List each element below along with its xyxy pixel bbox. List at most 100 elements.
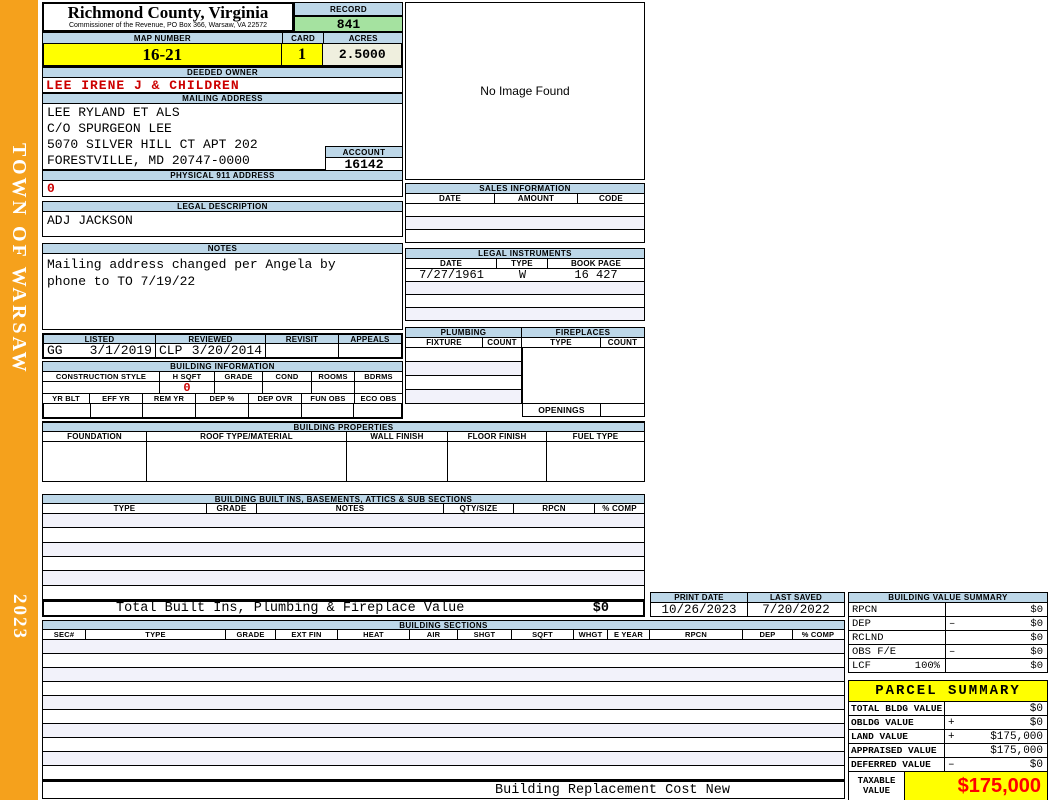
print-date-label: PRINT DATE — [651, 593, 748, 602]
parcel-label: APPRAISED VALUE — [849, 744, 945, 757]
empty-row — [43, 557, 644, 572]
rooms-label: ROOMS — [312, 372, 355, 381]
empty-row — [406, 217, 644, 230]
dep-ovr-value — [249, 404, 302, 417]
rem-yr-value — [143, 404, 197, 417]
listed-date: 3/1/2019 — [89, 344, 152, 357]
building-info-header2: YR BLT EFF YR REM YR DEP % DEP OVR FUN O… — [42, 394, 403, 404]
roof-type-material-value — [147, 442, 347, 481]
plumbing-fireplaces-rows — [405, 348, 645, 404]
empty-row — [43, 571, 644, 586]
map-value-row: 16-21 1 2.5000 — [42, 44, 403, 67]
taxable-label-line2: VALUE — [862, 786, 890, 796]
eff-yr-value — [91, 404, 144, 417]
empty-row — [43, 514, 644, 529]
empty-row — [406, 230, 644, 242]
revisit-value — [266, 344, 339, 357]
foundation-value — [43, 442, 147, 481]
print-saved-headers: PRINT DATE LAST SAVED — [650, 592, 845, 603]
parcel-label: DEFERRED VALUE — [849, 758, 945, 771]
empty-row — [406, 204, 644, 217]
ext-fin-label: EXT FIN — [276, 630, 338, 639]
shgt-label: SHGT — [458, 630, 512, 639]
plumbing-title: PLUMBING — [405, 327, 522, 338]
plumbing-fireplaces-headers: FIXTURE COUNT TYPE COUNT — [405, 338, 645, 348]
last-saved-label: LAST SAVED — [748, 593, 844, 602]
sales-code-label: CODE — [599, 194, 623, 203]
building-properties-values — [42, 442, 645, 482]
instrument-date-label: DATE — [406, 259, 497, 268]
floor-finish-value — [448, 442, 547, 481]
property-record-card: TOWN OF WARSAW 2023 Richmond County, Vir… — [0, 0, 1050, 800]
year-label: 2023 — [9, 594, 30, 640]
deeded-owner-label: DEEDED OWNER — [42, 67, 403, 78]
parcel-label: TOTAL BLDG VALUE — [849, 702, 945, 715]
parcel-value: $175,000 — [990, 730, 1043, 743]
parcel-value: $0 — [1029, 758, 1043, 771]
parcel-row: DEFERRED VALUE – $0 — [849, 758, 1047, 772]
taxable-label-line1: TAXABLE — [857, 776, 896, 786]
listed-value: GG 3/1/2019 — [44, 344, 156, 357]
empty-row — [43, 710, 844, 724]
bdrms-label: BDRMS — [364, 372, 393, 381]
empty-row — [43, 528, 644, 543]
empty-row — [43, 738, 844, 752]
county-title: Richmond County, Virginia — [67, 3, 269, 22]
sales-date-label: DATE — [406, 194, 495, 203]
builtins-type-label: TYPE — [43, 504, 207, 513]
dep-ovr-label: DEP OVR — [249, 394, 302, 403]
listed-initials: GG — [47, 344, 63, 357]
bvs-value: $0 — [1030, 659, 1043, 672]
air-label: AIR — [410, 630, 458, 639]
rooms-value — [312, 382, 355, 393]
empty-row — [43, 542, 644, 557]
physical-911-value: 0 — [42, 181, 403, 197]
record-value: 841 — [294, 16, 403, 32]
foundation-label: FOUNDATION — [43, 432, 147, 441]
bvs-label: DEP — [849, 617, 946, 630]
instruments-header-row: DATE TYPE BOOK PAGE — [405, 259, 645, 269]
empty-row — [406, 362, 523, 376]
bvs-label: LCF — [852, 659, 871, 672]
building-info-values1: 0 — [42, 382, 403, 394]
taxable-value-amount: $175,000 — [905, 772, 1047, 800]
fireplace-count-label: COUNT — [607, 338, 638, 347]
mailing-line: LEE RYLAND ET ALS — [47, 105, 180, 120]
review-header-row: LISTED REVIEWED REVISIT APPEALS — [42, 333, 403, 344]
sales-amount-label: AMOUNT — [495, 194, 578, 203]
empty-row — [43, 586, 644, 599]
building-value-summary-table: RPCN $0 DEP – $0 RCLND $0 OBS F/E – $0 LCF… — [848, 603, 1048, 673]
parcel-label: LAND VALUE — [849, 730, 945, 743]
notes-label: NOTES — [42, 243, 403, 254]
roof-type-material-label: ROOF TYPE/MATERIAL — [147, 432, 347, 441]
fireplaces-title: FIREPLACES — [522, 327, 645, 338]
heat-label: HEAT — [338, 630, 410, 639]
building-properties-headers: FOUNDATION ROOF TYPE/MATERIAL WALL FINIS… — [42, 432, 645, 442]
parcel-value: $175,000 — [990, 744, 1043, 757]
section-dep-label: DEP — [743, 630, 793, 639]
notes-line: phone to TO 7/19/22 — [47, 274, 196, 289]
taxable-value-row: TAXABLE VALUE $175,000 — [849, 772, 1047, 800]
replacement-cost-label: Building Replacement Cost New — [495, 782, 730, 798]
parcel-summary: PARCEL SUMMARY TOTAL BLDG VALUE $0 OBLDG… — [848, 680, 1048, 800]
card-label: CARD — [282, 33, 325, 43]
builtins-comp-label: % COMP — [602, 504, 637, 513]
empty-row — [43, 766, 844, 779]
town-of-warsaw-label: TOWN OF WARSAW — [8, 143, 30, 375]
bvs-sign: – — [949, 617, 956, 630]
no-image-found-text: No Image Found — [480, 84, 570, 98]
dep-pct-label: DEP % — [196, 394, 249, 403]
map-header-row: MAP NUMBER CARD ACRES — [42, 32, 403, 44]
grade-value — [215, 382, 263, 393]
wall-finish-value — [347, 442, 448, 481]
fuel-type-value — [547, 442, 644, 481]
bdrms-value — [355, 382, 402, 393]
builtins-qty-size-label: QTY/SIZE — [444, 504, 514, 513]
bvs-value: $0 — [1030, 645, 1043, 658]
construction-style-value — [43, 382, 160, 393]
reviewed-label: REVIEWED — [156, 335, 266, 343]
dep-pct-value — [196, 404, 249, 417]
parcel-sign: + — [948, 716, 955, 729]
plumbing-fireplaces-bars: PLUMBING FIREPLACES — [405, 327, 645, 338]
built-ins-rows — [42, 514, 645, 600]
